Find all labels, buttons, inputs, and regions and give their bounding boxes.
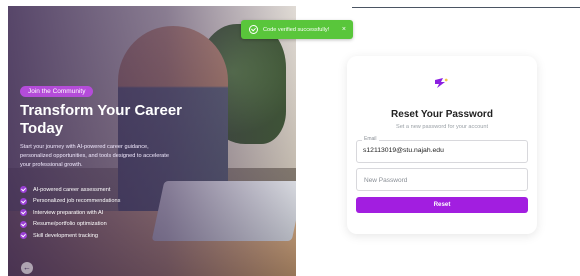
check-icon [20, 220, 27, 228]
brand-logo-icon [435, 78, 448, 88]
feature-label: AI-powered career assessment [33, 186, 111, 193]
reset-password-card: Reset Your Password Set a new password f… [347, 56, 537, 234]
feature-label: Skill development tracking [33, 232, 98, 239]
feature-item: Interview preparation with AI [20, 207, 120, 219]
feature-label: Resume/portfolio optimization [33, 221, 107, 228]
check-circle-icon [249, 25, 258, 34]
new-password-input[interactable] [362, 173, 521, 188]
community-badge: Join the Community [20, 86, 94, 97]
check-icon [20, 209, 27, 217]
feature-list: AI-powered career assessment Personalize… [20, 184, 120, 242]
close-icon[interactable]: × [342, 26, 346, 33]
feature-item: Resume/portfolio optimization [20, 219, 120, 231]
hero-description: Start your journey with AI-powered caree… [20, 144, 169, 168]
new-password-field[interactable] [356, 168, 528, 191]
reset-button[interactable]: Reset [356, 197, 528, 213]
email-label: Email [362, 136, 379, 142]
check-icon [20, 186, 27, 194]
form-subtitle: Set a new password for your account [395, 124, 489, 130]
hero-title: Transform Your Career Today [20, 102, 183, 137]
feature-label: Personalized job recommendations [33, 198, 121, 205]
success-toast: Code verified successfully! × [241, 20, 353, 39]
form-title: Reset Your Password [391, 109, 493, 120]
feature-item: AI-powered career assessment [20, 184, 120, 196]
arrow-left-icon[interactable]: ← [21, 262, 33, 274]
feature-label: Interview preparation with AI [33, 209, 104, 216]
feature-item: Skill development tracking [20, 230, 120, 242]
email-field[interactable]: Email s12113019@stu.najah.edu [356, 136, 528, 163]
check-icon [20, 197, 27, 205]
feature-item: Personalized job recommendations [20, 196, 120, 208]
email-value: s12113019@stu.najah.edu [363, 147, 444, 154]
top-divider [352, 7, 580, 8]
hero-panel: Join the Community Transform Your Career… [8, 6, 296, 276]
check-icon [20, 232, 27, 240]
toast-message: Code verified successfully! [263, 26, 330, 33]
